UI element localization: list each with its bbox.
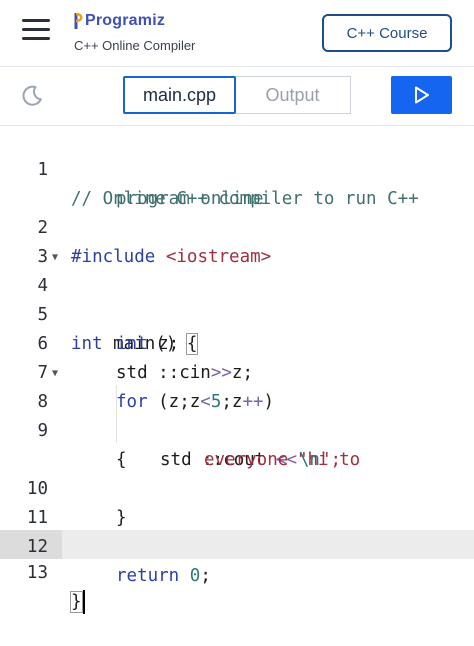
- editor-toolbar: main.cpp Output: [0, 67, 474, 126]
- play-icon: [414, 86, 429, 104]
- matching-bracket: }: [70, 591, 83, 613]
- tab-output[interactable]: Output: [234, 76, 351, 114]
- fold-arrow-icon[interactable]: ▼: [52, 359, 58, 388]
- logo-mark-icon: [74, 12, 83, 29]
- fold-arrow-icon[interactable]: ▼: [52, 243, 58, 272]
- hamburger-menu-icon[interactable]: [22, 19, 50, 41]
- cpp-course-button[interactable]: C++ Course: [322, 14, 452, 52]
- code-editor[interactable]: 1 // Online C++ compiler to run C++ prog…: [0, 126, 474, 614]
- line-number: 13: [26, 563, 48, 583]
- app-header: Programiz C++ Online Compiler C++ Course: [0, 0, 474, 67]
- logo-text: Programiz: [85, 12, 166, 29]
- text-cursor: [82, 590, 85, 614]
- code-line-active: 13 }: [0, 530, 474, 646]
- tab-main-cpp[interactable]: main.cpp: [123, 76, 236, 114]
- moon-icon[interactable]: [20, 84, 44, 108]
- compiler-subtitle: C++ Online Compiler: [74, 38, 196, 53]
- run-button[interactable]: [391, 76, 452, 114]
- programiz-logo[interactable]: Programiz: [74, 10, 165, 32]
